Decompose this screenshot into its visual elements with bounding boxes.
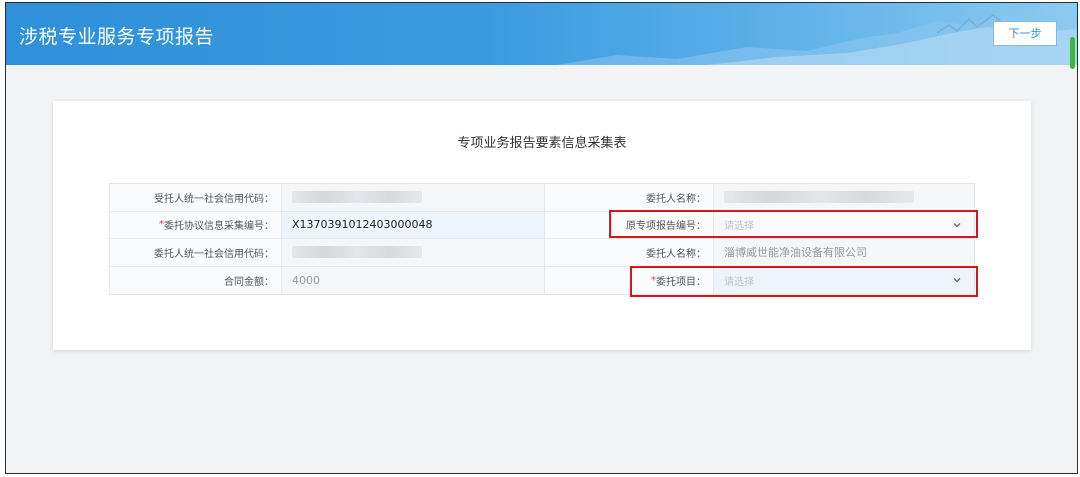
field-label: 委托人名称： [646,193,706,205]
form-title: 专项业务报告要素信息采集表 [457,136,627,151]
next-step-button[interactable]: 下一步 [993,21,1057,46]
select-placeholder: 请选择 [724,276,754,288]
redacted-value [292,246,422,259]
field-label: 委托项目： [656,276,706,288]
trustee-credit-code-value [282,184,544,211]
contract-amount-label: 合同金额： [110,266,282,294]
page-title: 涉税专业服务专项报告 [19,26,215,48]
header-bar: 涉税专业服务专项报告 下一步 [6,3,1077,65]
agreement-collection-number-input[interactable]: X1370391012403000048 [282,211,544,238]
app-window: 涉税专业服务专项报告 下一步 专项业务报告要素信息采集表 受托人统一社会信用代码… [5,2,1078,474]
field-label: 合同金额： [224,276,274,288]
original-report-number-label: 原专项报告编号： [544,211,714,238]
form-row: 受托人统一社会信用代码： 委托人名称： [110,184,974,212]
chevron-down-icon [952,220,962,230]
client-credit-code-value [282,239,544,266]
scrollbar-thumb[interactable] [1070,37,1075,69]
info-form-table: 受托人统一社会信用代码： 委托人名称： * 委托协议信息采集编号： X13703… [109,183,975,295]
contract-amount-value: 4000 [282,266,544,294]
trustee-credit-code-label: 受托人统一社会信用代码： [110,184,282,211]
field-value: 淄博威世能净油设备有限公司 [724,246,867,260]
client-credit-code-label: 委托人统一社会信用代码： [110,239,282,266]
field-value: X1370391012403000048 [292,218,433,232]
chevron-down-icon [952,275,962,285]
field-label: 原专项报告编号： [626,221,706,233]
client-name-value: 淄博威世能净油设备有限公司 [714,239,974,266]
form-row: * 委托协议信息采集编号： X1370391012403000048 原专项报告编… [110,211,974,239]
entrusted-project-select[interactable]: 请选择 [714,266,974,294]
select-placeholder: 请选择 [724,221,754,233]
client-name-label: 委托人名称： [544,184,714,211]
field-label: 委托人名称： [646,248,706,260]
form-row: 合同金额： 4000 * 委托项目： 请选择 [110,266,974,294]
original-report-number-select[interactable]: 请选择 [714,211,974,238]
field-value: 4000 [292,273,320,287]
client-name-label: 委托人名称： [544,239,714,266]
agreement-collection-number-label: * 委托协议信息采集编号： [110,211,282,238]
redacted-value [292,191,422,204]
redacted-value [724,191,914,204]
field-label: 受托人统一社会信用代码： [154,193,274,205]
form-card: 专项业务报告要素信息采集表 受托人统一社会信用代码： 委托人名称： * 委托协议… [53,101,1031,350]
field-label: 委托人统一社会信用代码： [154,248,274,260]
entrusted-project-label: * 委托项目： [544,266,714,294]
form-row: 委托人统一社会信用代码： 委托人名称： 淄博威世能净油设备有限公司 [110,239,974,267]
client-name-value [714,184,974,211]
field-label: 委托协议信息采集编号： [164,221,274,233]
